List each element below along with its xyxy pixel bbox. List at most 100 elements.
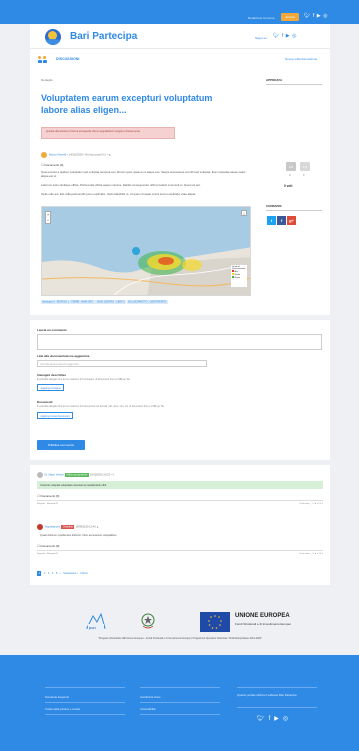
facebook-icon[interactable]: f [277, 216, 286, 225]
vote-section: APPREZZA [266, 78, 322, 85]
page-link[interactable]: 1 [37, 571, 42, 576]
comment-author[interactable]: Segnalazione [45, 526, 61, 529]
docs-label: Documenti [37, 400, 53, 404]
svg-text:pon: pon [89, 625, 96, 630]
submit-comment-button[interactable]: Pubblica commento [37, 440, 85, 450]
tag[interactable]: VISIO CENTRO · CENTO [95, 299, 126, 304]
twitter-icon[interactable]: t [267, 216, 276, 225]
site-title[interactable]: Bari Partecipa [70, 31, 137, 42]
map-legend: Grado di Partecipazione Alto Medio Basso [231, 265, 247, 287]
heatmap-map[interactable]: + − ⛶ Grado di Partecipazione Alto Medio … [41, 206, 251, 296]
flag-icon[interactable]: ⚑ [56, 503, 58, 505]
reply-link[interactable]: Segnala · Rispondi [37, 553, 55, 555]
comment-form: Lascia un commento Link alla documentazi… [30, 320, 330, 460]
footer-link-privacy[interactable]: Tutela della privacy e cookie [45, 707, 80, 711]
author-name[interactable]: Marco Moretti [49, 153, 66, 157]
google-plus-icon[interactable]: g+ [287, 216, 296, 225]
comment-date: 14/10/2019 20:22 • ✎ [89, 473, 115, 477]
footer-link-faq[interactable]: Domande frequenti [45, 695, 69, 699]
pagination: 1 2 3 4 5 › Successivo › Ultimo [37, 571, 90, 576]
zoom-out-button[interactable]: − [46, 218, 50, 224]
page-link[interactable]: 3 [48, 572, 49, 575]
comment-textarea[interactable] [37, 334, 322, 350]
footer-social-icons: 🐦︎f▶◎ [257, 715, 292, 722]
divider [45, 714, 125, 715]
legend-item: Basso [232, 276, 246, 279]
comment-list: Dr. Mario Venturi Ufficio proponente 14/10… [30, 465, 330, 585]
link-input[interactable]: Link alla documentazione aggiuntiva [37, 360, 207, 367]
footer-software-note[interactable]: Quanto portale utilizza il software Bari… [237, 693, 297, 697]
funding-note: "Progetto cofinanziato dall'Unione Europ… [98, 637, 262, 640]
tag[interactable]: Municipio II · EDIFICIO 1 · TERRE · BARI… [41, 299, 95, 304]
share-section: CONDIVIDI [266, 204, 322, 211]
avatar [37, 472, 43, 478]
twitter-icon[interactable]: 🐦︎ [257, 716, 269, 722]
follow-label: Segui su: [255, 36, 268, 40]
last-page-link[interactable]: Ultimo [80, 572, 87, 575]
vote-down-count: 0 [303, 174, 305, 177]
divider [237, 687, 317, 688]
comment-votes[interactable]: Il mio voto ◡ 0 ▲ 0 ▼ 0 [299, 502, 323, 505]
comment-body: Quasi dolorum repellendus dolorem. Illum… [40, 533, 118, 537]
divider [237, 707, 317, 708]
next-page-link[interactable]: Successivo › [63, 572, 78, 575]
section-label[interactable]: DISCUSSIONI [56, 57, 79, 61]
partner-logos: pon UNIONE EUROPEA Fondi Strutturali e d… [70, 610, 320, 650]
pon-metro-logo: pon [85, 610, 107, 632]
add-image-button[interactable]: Aggiungi immagine [37, 384, 65, 391]
page-link[interactable]: › [60, 572, 61, 575]
twitter-icon[interactable]: 🐦︎ [273, 33, 282, 39]
vote-up-count: 0 [289, 174, 291, 177]
comment-header: Segnalazione Cittadino 19/09/2019 12:46 ▲ [37, 524, 99, 530]
top-bar: Redazione Comune Accedi 🐦︎f▶◎ [0, 0, 359, 24]
divider [37, 500, 323, 501]
tag[interactable]: BA LAZZARETTO · CENTOPORTE [126, 299, 168, 304]
comment-header: Dr. Mario Venturi Ufficio proponente 14/10… [37, 472, 115, 478]
divider [37, 550, 323, 551]
comment-documents[interactable]: ☐ Documenti (0) [37, 494, 59, 498]
fullscreen-icon[interactable]: ⛶ [241, 210, 247, 216]
author-meta: • 14/10/2019 • Nel suo post N.1 • ▲ [66, 152, 112, 157]
add-document-button[interactable]: Aggiungi nuovo documento [37, 412, 73, 419]
new-discussion-link[interactable]: Nuova sulla discussione [285, 57, 317, 61]
flag-icon[interactable]: ⚑ [56, 553, 58, 555]
instagram-icon[interactable]: ◎ [283, 716, 292, 722]
role-badge: Ufficio proponente [64, 473, 89, 478]
images-help: È possibile allegare fino ad un massimo … [37, 378, 131, 381]
comment-votes[interactable]: Il mio voto ◡ 0 ▲ 0 ▼ 0 [299, 552, 323, 555]
youtube-icon[interactable]: ▶ [274, 716, 283, 722]
breadcrumb[interactable]: Dettaglio [41, 78, 53, 82]
comment-footer: Segnala · Rispondi ⚑ Il mio voto ◡ 0 ▲ 0 … [37, 552, 323, 555]
documents-label[interactable]: ☐ Documenti (0) [41, 163, 63, 167]
avatar [41, 152, 47, 158]
discussion-icon [38, 56, 47, 63]
site-logo[interactable] [45, 29, 61, 45]
instagram-icon[interactable]: ◎ [323, 13, 330, 19]
images-label: Immagini descrittive [37, 373, 67, 377]
eu-subtitle: Fondi Strutturali e di Investimento Euro… [235, 622, 291, 626]
paragraph: Optio odio aut. Est nulla perferendis po… [41, 192, 196, 196]
login-button[interactable]: Accedi [281, 13, 299, 21]
comment-documents[interactable]: ☐ Documenti (0) [37, 544, 59, 548]
reply-link[interactable]: Segnala · Rispondi [37, 503, 55, 505]
republic-emblem [140, 612, 156, 630]
vote-title: APPREZZA [266, 78, 322, 85]
comment-author[interactable]: Dr. Mario Venturi [45, 474, 64, 477]
page-link[interactable]: 2 [44, 572, 45, 575]
author-line: Marco Moretti • 14/10/2019 • Nel suo pos… [41, 152, 111, 158]
closed-alert: Questa discussione è ferma ed aspetta ch… [41, 127, 175, 139]
thumbs-down-icon[interactable]: 👎︎ [300, 162, 310, 171]
eu-flag [200, 612, 230, 632]
redazione-link[interactable]: Redazione Comune [248, 16, 275, 20]
page-link[interactable]: 4 [52, 572, 53, 575]
header-social-icons: 🐦︎f▶◎ [273, 33, 299, 39]
footer-link-accessibility[interactable]: Accessibilità [140, 707, 155, 711]
comment-body: Corporis voluptas voluptates accusamus r… [37, 481, 323, 489]
instagram-icon[interactable]: ◎ [292, 33, 299, 39]
footer-link-terms[interactable]: Condizioni d'uso [140, 695, 160, 699]
page-link[interactable]: 5 [56, 572, 57, 575]
comment-date: 19/09/2019 12:46 ▲ [75, 525, 99, 529]
divider [140, 702, 220, 703]
thumbs-up-icon[interactable]: 👍︎ [286, 162, 296, 171]
twitter-icon[interactable]: 🐦︎ [304, 13, 313, 19]
